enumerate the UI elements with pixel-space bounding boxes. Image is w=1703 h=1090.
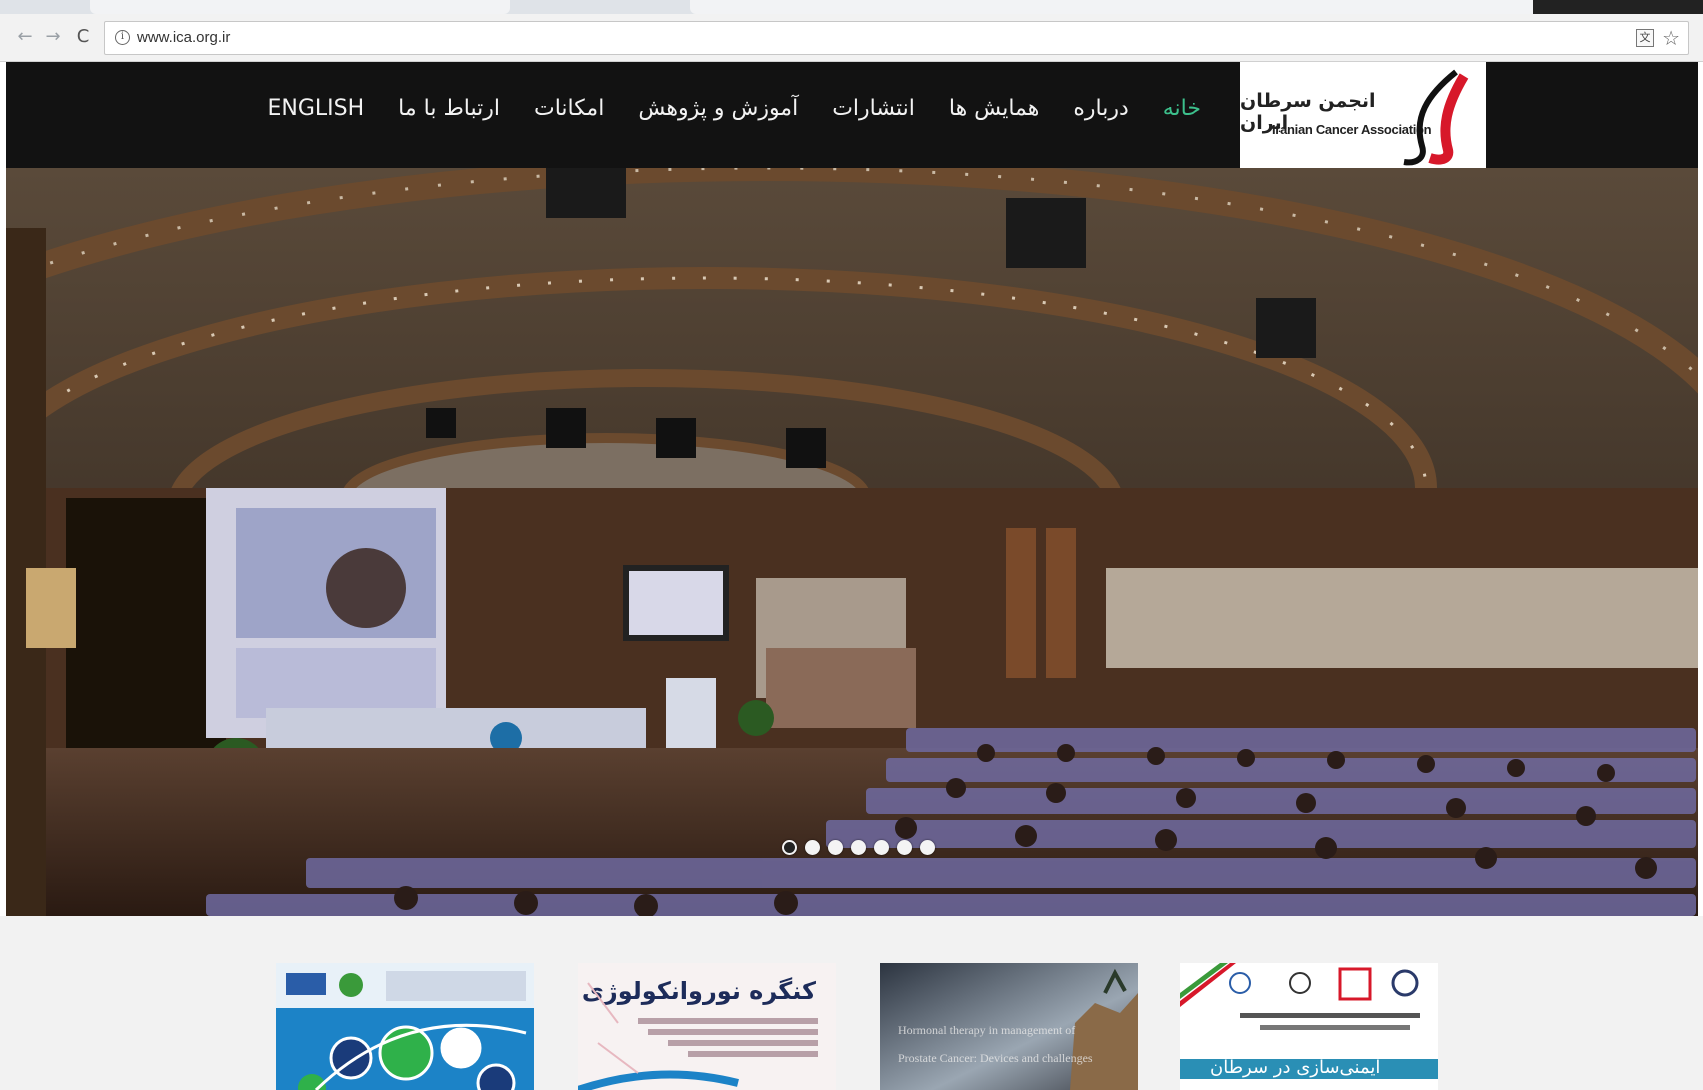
ribbon-logo-icon: [1403, 69, 1469, 166]
menu-item-home[interactable]: خانه: [1146, 96, 1218, 121]
promo-section: کنگره نوروانکولوژی ایران Hormonal therap…: [0, 916, 1703, 1090]
auditorium-photo: [6, 168, 1698, 916]
card3-line2: Prostate Cancer: Devices and challenges: [898, 1051, 1093, 1065]
browser-tab-active[interactable]: [690, 0, 1550, 14]
slider-dot[interactable]: [851, 840, 866, 855]
slider-dot[interactable]: [828, 840, 843, 855]
forward-icon[interactable]: →: [42, 26, 64, 48]
slider-dot[interactable]: [782, 840, 797, 855]
promo-card-2[interactable]: کنگره نوروانکولوژی ایران: [578, 963, 836, 1090]
window-controls: [1533, 0, 1703, 14]
menu-item-education-research[interactable]: آموزش و پژوهش: [621, 96, 815, 121]
menu-item-english[interactable]: ENGLISH: [250, 96, 381, 121]
menu-item-facilities[interactable]: امکانات: [517, 96, 621, 121]
infographic-image: [276, 963, 534, 1090]
translate-icon[interactable]: 文: [1636, 29, 1654, 47]
address-bar[interactable]: i www.ica.org.ir 文 ☆: [104, 21, 1689, 55]
promo-card-3[interactable]: Hormonal therapy in management of Prosta…: [880, 963, 1138, 1090]
site-logo[interactable]: انجمن سرطان ایران Iranian Cancer Associa…: [1240, 62, 1486, 168]
info-icon[interactable]: i: [115, 30, 130, 45]
browser-toolbar: ← → C i www.ica.org.ir 文 ☆: [0, 14, 1703, 62]
menu-item-publications[interactable]: انتشارات: [815, 96, 932, 121]
slider-dots: [782, 840, 935, 855]
browser-tab[interactable]: [90, 0, 510, 14]
promo-card-4[interactable]: ایمنی‌سازی در سرطان: [1180, 963, 1438, 1090]
card4-band-text: ایمنی‌سازی در سرطان: [1210, 1057, 1381, 1078]
back-icon[interactable]: ←: [14, 26, 36, 48]
browser-tabstrip: [0, 0, 1703, 14]
slider-dot[interactable]: [805, 840, 820, 855]
main-menu: خانه درباره همایش ها انتشارات آموزش و پژ…: [250, 96, 1218, 121]
bookmark-star-icon[interactable]: ☆: [1662, 26, 1680, 50]
card2-decoration: [578, 982, 818, 1090]
card3-line1: Hormonal therapy in management of: [898, 1023, 1076, 1037]
slider-dot[interactable]: [874, 840, 889, 855]
reload-icon[interactable]: C: [72, 26, 94, 48]
slider-dot[interactable]: [897, 840, 912, 855]
slider-dot[interactable]: [920, 840, 935, 855]
promo-card-1[interactable]: [276, 963, 534, 1090]
menu-item-contact[interactable]: ارتباط با ما: [381, 96, 517, 121]
menu-item-about[interactable]: درباره: [1056, 96, 1145, 121]
site-header: خانه درباره همایش ها انتشارات آموزش و پژ…: [6, 62, 1698, 168]
url-text[interactable]: www.ica.org.ir: [137, 29, 230, 46]
hero-slider-image[interactable]: [6, 168, 1698, 916]
menu-item-conferences[interactable]: همایش ها: [932, 96, 1057, 121]
